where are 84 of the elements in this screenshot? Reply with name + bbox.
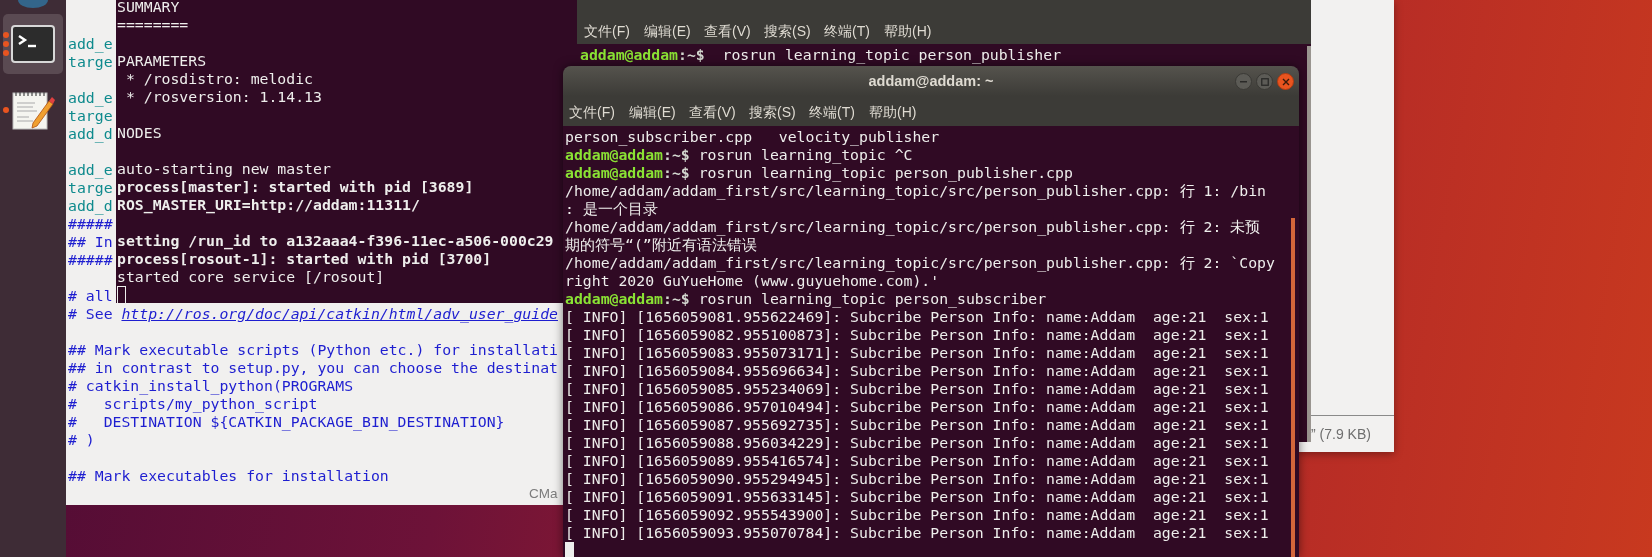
prompt-line: addam@addam:~$ rosrun learning_topic person_subscriber (565, 290, 1047, 308)
prompt-line: addam@addam:~$ rosrun learning_topic person_publisher (580, 46, 1062, 64)
code-line: add_d (68, 125, 113, 143)
menu-item[interactable]: 终端(T) (803, 102, 863, 122)
menu-item[interactable]: 文件(F) (578, 21, 638, 41)
code-line: # ) (68, 431, 95, 449)
terminal-line: /home/addam/addam_first/src/learning_topic/src/person_publisher.cpp: 行 2: 未预 (565, 218, 1261, 236)
code-line: add_e (68, 161, 113, 179)
terminal-line: started core service [/rosout] (117, 268, 385, 286)
code-line: # scripts/my_python_script (68, 395, 318, 413)
terminal-line: [ INFO] [1656059088.956034229]: Subcribe Person Info: name:Addam age:21 sex:1 (565, 434, 1269, 452)
terminal-line: SUMMARY (117, 0, 180, 16)
menu-item[interactable]: 查看(V) (698, 21, 758, 41)
menu-item[interactable]: 搜索(S) (743, 102, 803, 122)
terminal-line: [ INFO] [1656059084.955696634]: Subcribe Person Info: name:Addam age:21 sex:1 (565, 362, 1269, 380)
terminal-line: * /rosversion: 1.14.13 (124, 88, 322, 106)
terminal-icon (11, 25, 55, 63)
menu-item[interactable]: 终端(T) (818, 21, 878, 41)
link[interactable]: http://ros.org/doc/api/catkin/html/adv_user_guide (121, 305, 558, 323)
maximize-button[interactable] (1256, 73, 1273, 90)
window-title: addam@addam: ~ (868, 72, 994, 92)
menu-item[interactable]: 帮助(H) (863, 102, 923, 122)
code-line: add_d (68, 197, 113, 215)
terminal-line: [ INFO] [1656059090.955294945]: Subcribe Person Info: name:Addam age:21 sex:1 (565, 470, 1269, 488)
terminal-line: * /rosdistro: melodic (124, 70, 313, 88)
scrollbar-thumb[interactable] (1291, 218, 1295, 557)
terminal-line: [ INFO] [1656059085.955234069]: Subcribe Person Info: name:Addam age:21 sex:1 (565, 380, 1269, 398)
minimize-icon (1240, 80, 1247, 83)
code-line: ##### (68, 251, 113, 269)
code-line: ## In (68, 233, 113, 251)
prompt-line: addam@addam:~$ rosrun learning_topic person_publisher.cpp (565, 164, 1073, 182)
maximize-icon (1260, 77, 1269, 86)
code-line: targe (68, 53, 113, 71)
menu-item[interactable]: 文件(F) (563, 102, 623, 122)
code-line: # all (68, 287, 113, 305)
terminal-line: [ INFO] [1656059087.955692735]: Subcribe Person Info: name:Addam age:21 sex:1 (565, 416, 1269, 434)
terminal-line: /home/addam/addam_first/src/learning_topic/src/person_publisher.cpp: 行 2: `Copy (565, 254, 1275, 272)
code-comment: # See (68, 305, 114, 323)
code-line: add_e (68, 35, 113, 53)
terminal-line: : 是一个目录 (565, 200, 658, 218)
code-line: # catkin_install_python(PROGRAMS (68, 377, 354, 395)
menu-item[interactable]: 搜索(S) (758, 21, 818, 41)
terminal-line: [ INFO] [1656059089.955416574]: Subcribe Person Info: name:Addam age:21 sex:1 (565, 452, 1269, 470)
menu-item[interactable]: 编辑(E) (638, 21, 698, 41)
terminal-line: NODES (117, 124, 162, 142)
code-line: ## Mark executable scripts (Python etc.) for installati (68, 341, 558, 359)
terminal-line: /home/addam/addam_first/src/learning_topic/src/person_publisher.cpp: 行 1: /bin (565, 182, 1266, 200)
code-line: ##### (68, 215, 113, 233)
close-button[interactable] (1277, 73, 1294, 90)
terminal-line: 期的符号“(”附近有语法错误 (565, 236, 757, 254)
code-line: # DESTINATION ${CATKIN_PACKAGE_BIN_DESTINATION} (68, 413, 505, 431)
terminal-line: auto-starting new master (117, 160, 331, 178)
scrollbar-track[interactable] (1307, 46, 1311, 442)
terminal-line: PARAMETERS (117, 52, 207, 70)
code-line: targe (68, 107, 113, 125)
terminal-line: [ INFO] [1656059083.955073171]: Subcribe Person Info: name:Addam age:21 sex:1 (565, 344, 1269, 362)
terminal-line: right 2020 GuYueHome (www.guyuehome.com).' (565, 272, 940, 290)
file-size-label: ” (7.9 KB) (1311, 424, 1371, 444)
terminal-line: [ INFO] [1656059092.955543900]: Subcribe Person Info: name:Addam age:21 sex:1 (565, 506, 1269, 524)
menu-item[interactable]: 帮助(H) (878, 21, 938, 41)
code-line: add_e (68, 89, 113, 107)
minimize-button[interactable] (1235, 73, 1252, 90)
code-line: targe (68, 179, 113, 197)
app-icon (18, 0, 48, 8)
terminal-line: setting /run_id to a132aaa4-f396-11ec-a506-000c29 (117, 232, 554, 250)
code-line: ## in contrast to setup.py, you can choose the destinat (68, 359, 558, 377)
close-icon (1281, 77, 1290, 86)
terminal-line: [ INFO] [1656059082.955100873]: Subcribe Person Info: name:Addam age:21 sex:1 (565, 326, 1269, 344)
language-label[interactable]: CMa (529, 485, 558, 503)
terminal-line: ======== (117, 16, 189, 34)
terminal-line: process[master]: started with pid [3689] (117, 178, 474, 196)
menu-item[interactable]: 查看(V) (683, 102, 743, 122)
code-line: ## Mark executables for installation (68, 467, 389, 485)
menu-item[interactable]: 编辑(E) (623, 102, 683, 122)
terminal-line: [ INFO] [1656059091.955633145]: Subcribe Person Info: name:Addam age:21 sex:1 (565, 488, 1269, 506)
terminal-line: ROS_MASTER_URI=http://addam:11311/ (117, 196, 420, 214)
dock-item[interactable] (3, 14, 63, 74)
terminal-line: [ INFO] [1656059093.955070784]: Subcribe Person Info: name:Addam age:21 sex:1 (565, 524, 1269, 542)
terminal-line: [ INFO] [1656059081.955622469]: Subcribe Person Info: name:Addam age:21 sex:1 (565, 308, 1269, 326)
terminal-line: process[rosout-1]: started with pid [3700] (117, 250, 492, 268)
notepad-pencil-icon (11, 89, 55, 131)
terminal-line: person_subscriber.cpp velocity_publisher (565, 128, 940, 146)
prompt-line: addam@addam:~$ rosrun learning_topic ^C (565, 146, 913, 164)
terminal-line: [ INFO] [1656059086.957010494]: Subcribe Person Info: name:Addam age:21 sex:1 (565, 398, 1269, 416)
